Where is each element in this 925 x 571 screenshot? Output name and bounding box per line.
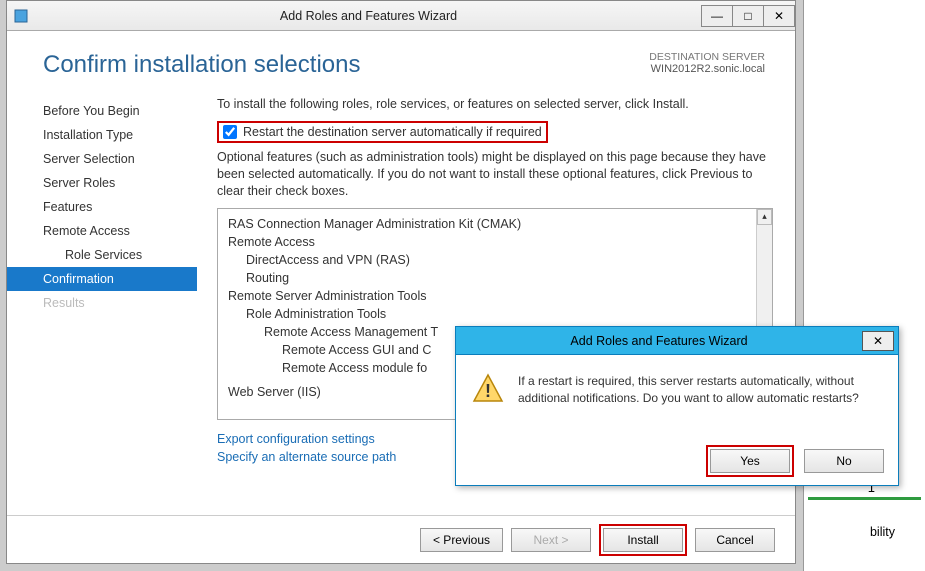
titlebar: Add Roles and Features Wizard — □ ✕ xyxy=(7,1,795,31)
next-button: Next > xyxy=(511,528,591,552)
feature-cmak: RAS Connection Manager Administration Ki… xyxy=(228,215,762,233)
restart-checkbox[interactable] xyxy=(223,125,237,139)
svg-text:!: ! xyxy=(485,381,491,401)
destination-label: DESTINATION SERVER xyxy=(649,51,765,63)
yes-button[interactable]: Yes xyxy=(710,449,790,473)
install-highlight: Install xyxy=(599,524,687,556)
bg-text: bility xyxy=(870,525,895,539)
window-controls: — □ ✕ xyxy=(702,5,795,27)
window-title: Add Roles and Features Wizard xyxy=(35,9,702,23)
nav-installation-type[interactable]: Installation Type xyxy=(7,123,197,147)
wizard-footer: < Previous Next > Install Cancel xyxy=(7,515,795,563)
install-button[interactable]: Install xyxy=(603,528,683,552)
restart-checkbox-row: Restart the destination server automatic… xyxy=(217,121,548,143)
minimize-button[interactable]: — xyxy=(701,5,733,27)
bg-greenbar xyxy=(808,497,921,500)
yes-highlight: Yes xyxy=(706,445,794,477)
close-button[interactable]: ✕ xyxy=(763,5,795,27)
feature-remote-access: Remote Access xyxy=(228,233,762,251)
scroll-up-icon[interactable]: ▴ xyxy=(757,209,772,225)
nav-role-services[interactable]: Role Services xyxy=(7,243,197,267)
feature-rsat: Remote Server Administration Tools xyxy=(228,287,762,305)
dialog-titlebar: Add Roles and Features Wizard ✕ xyxy=(456,327,898,355)
nav-server-roles[interactable]: Server Roles xyxy=(7,171,197,195)
feature-directaccess-vpn: DirectAccess and VPN (RAS) xyxy=(228,251,762,269)
instruction-text: To install the following roles, role ser… xyxy=(217,97,773,111)
feature-routing: Routing xyxy=(228,269,762,287)
nav-remote-access[interactable]: Remote Access xyxy=(7,219,197,243)
nav-confirmation[interactable]: Confirmation xyxy=(7,267,197,291)
nav-before-you-begin[interactable]: Before You Begin xyxy=(7,99,197,123)
dialog-footer: Yes No xyxy=(706,445,884,477)
optional-text: Optional features (such as administratio… xyxy=(217,149,773,200)
cancel-button[interactable]: Cancel xyxy=(695,528,775,552)
dialog-body: ! If a restart is required, this server … xyxy=(456,355,898,417)
destination-block: DESTINATION SERVER WIN2012R2.sonic.local xyxy=(649,51,765,79)
previous-button[interactable]: < Previous xyxy=(420,528,503,552)
header-area: Confirm installation selections DESTINAT… xyxy=(7,31,795,89)
destination-value: WIN2012R2.sonic.local xyxy=(649,63,765,75)
wizard-icon xyxy=(13,8,29,24)
feature-role-admin-tools: Role Administration Tools xyxy=(228,305,762,323)
no-button[interactable]: No xyxy=(804,449,884,473)
nav-results: Results xyxy=(7,291,197,315)
restart-label: Restart the destination server automatic… xyxy=(243,125,542,139)
warning-icon: ! xyxy=(472,373,504,405)
nav-features[interactable]: Features xyxy=(7,195,197,219)
confirm-restart-dialog: Add Roles and Features Wizard ✕ ! If a r… xyxy=(455,326,899,486)
nav-server-selection[interactable]: Server Selection xyxy=(7,147,197,171)
wizard-nav: Before You Begin Installation Type Serve… xyxy=(7,89,197,519)
dialog-message: If a restart is required, this server re… xyxy=(518,373,882,407)
page-title: Confirm installation selections xyxy=(43,51,360,79)
dialog-close-button[interactable]: ✕ xyxy=(862,331,894,351)
maximize-button[interactable]: □ xyxy=(732,5,764,27)
dialog-title: Add Roles and Features Wizard xyxy=(456,334,862,348)
